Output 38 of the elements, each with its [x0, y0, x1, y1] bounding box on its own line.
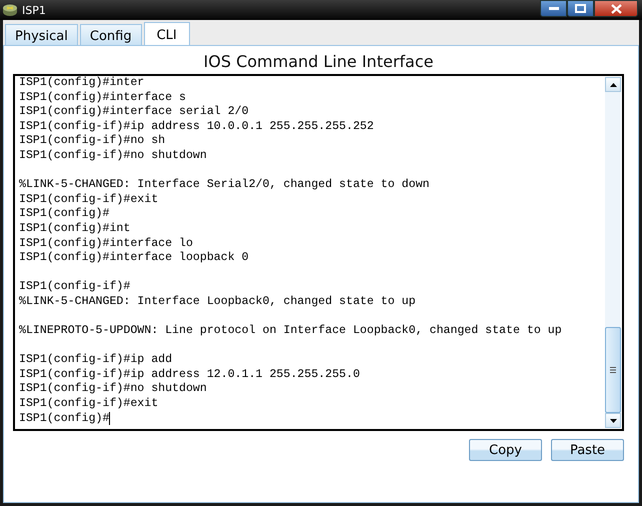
terminal-line: ISP1(config-if)#ip address 10.0.0.1 255.255.255.252 — [19, 120, 374, 134]
terminal-line: ISP1(config-if)#no shutdown — [19, 382, 207, 398]
terminal-line: ISP1(config-if)#ip address 12.0.1.1 255.255.255.0 — [19, 368, 360, 382]
terminal-line: ISP1(config)#interface serial 2/0 — [19, 105, 249, 120]
down-arrow-icon — [610, 418, 616, 422]
maximize-icon — [575, 4, 586, 13]
minimize-button[interactable] — [540, 0, 567, 17]
close-button[interactable] — [594, 0, 638, 17]
grip-icon — [610, 367, 616, 373]
terminal-line: ISP1(config)# — [19, 412, 110, 426]
terminal-line: ISP1(config-if)#no sh — [19, 134, 166, 149]
terminal-line: ISP1(config)#interface s — [19, 90, 186, 106]
maximize-button[interactable] — [567, 0, 594, 17]
terminal-line: ISP1(config-if)#ip add — [19, 353, 172, 368]
terminal-line: %LINK-5-CHANGED: Interface Loopback0, changed state to up — [19, 294, 416, 310]
terminal-line: ISP1(config-if)#exit — [19, 397, 158, 412]
close-icon — [610, 4, 622, 14]
action-button[interactable]: Copy — [469, 439, 542, 461]
terminal-line: ISP1(config-if)# — [19, 280, 130, 295]
terminal-line: ISP1(config)#inter — [19, 76, 144, 91]
action-button[interactable]: Paste — [551, 439, 624, 461]
minimize-icon — [548, 6, 558, 10]
panel-heading: IOS Command Line Interface — [202, 51, 434, 73]
up-arrow-icon — [610, 82, 616, 86]
terminal-line: %LINEPROTO-5-UPDOWN: Line protocol on Interface Loopback0, changed state to up — [19, 324, 562, 339]
terminal-line: ISP1(config)#interface lo — [19, 236, 193, 252]
terminal-line: ISP1(config)# — [19, 207, 110, 222]
terminal-line: ISP1(config)#interface loopback 0 — [19, 251, 249, 266]
scrollbar[interactable] — [605, 77, 621, 428]
scroll-up-button[interactable] — [605, 77, 621, 92]
window-title: ISP1 — [22, 4, 46, 16]
scroll-thumb[interactable] — [605, 327, 621, 413]
router-icon — [2, 3, 18, 17]
scroll-down-button[interactable] — [605, 413, 621, 428]
terminal-line: %LINK-5-CHANGED: Interface Serial2/0, changed state to down — [19, 178, 430, 193]
terminal-line: ISP1(config)#int — [19, 222, 130, 237]
terminal-line: ISP1(config-if)#no shutdown — [19, 148, 207, 164]
terminal-line: ISP1(config-if)#exit — [19, 192, 158, 208]
